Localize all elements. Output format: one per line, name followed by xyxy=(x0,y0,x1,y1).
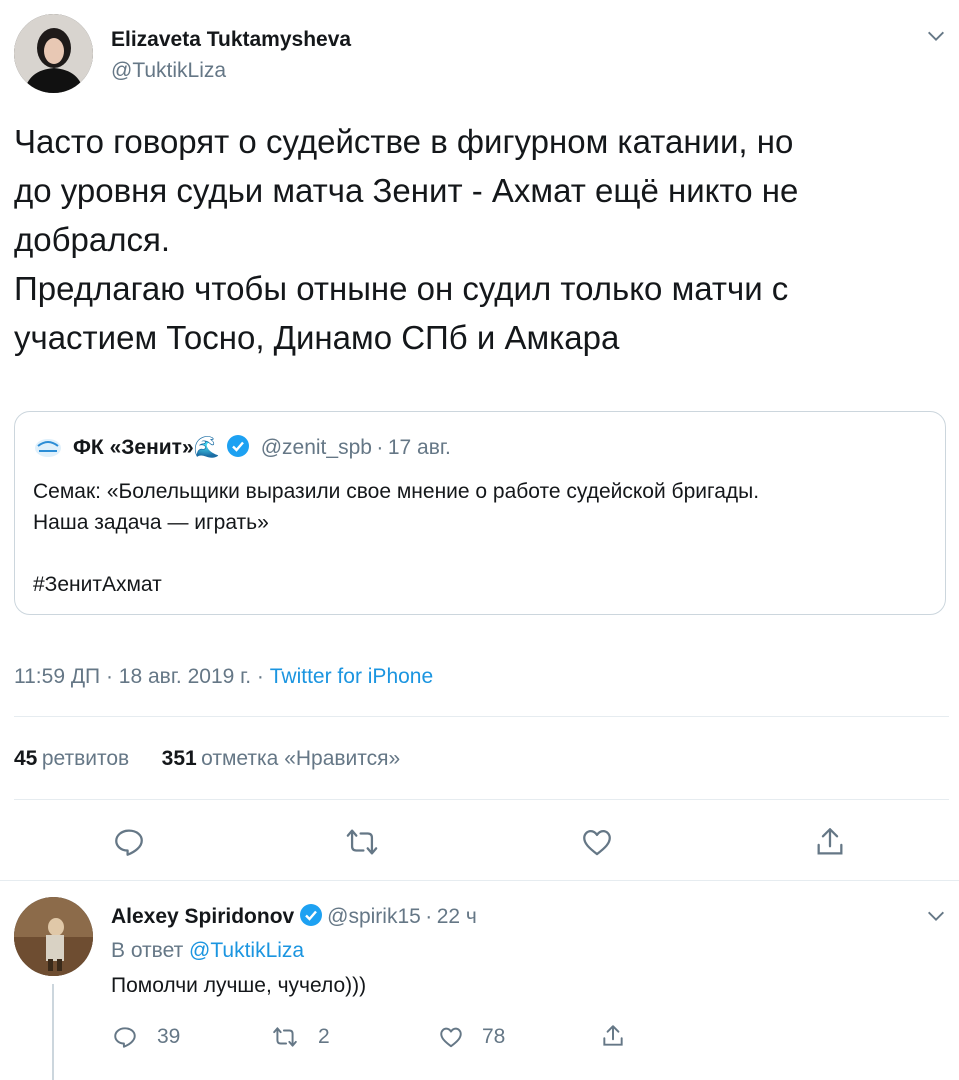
quote-date[interactable]: 17 авг. xyxy=(388,436,451,459)
reply-text: Помолчи лучше, чучело))) xyxy=(111,974,367,997)
tweet-text-line: Предлагаю чтобы отныне он судил только м… xyxy=(14,270,789,307)
reply-icon[interactable] xyxy=(112,1024,138,1050)
reply-context: В ответ @TuktikLiza xyxy=(111,939,304,963)
likes-count: 351 xyxy=(161,747,197,770)
quote-text-line: Наша задача — играть» xyxy=(33,511,269,534)
retweet-icon[interactable] xyxy=(345,825,379,859)
author-handle[interactable]: @TuktikLiza xyxy=(111,59,226,83)
retweet-icon[interactable] xyxy=(272,1024,298,1050)
author-avatar[interactable] xyxy=(14,14,93,93)
reply-author-name[interactable]: Alexey Spiridonov xyxy=(111,905,294,928)
quote-separator: · xyxy=(376,436,384,459)
zenit-logo-icon xyxy=(35,439,61,457)
tweet-text: Часто говорят о судействе в фигурном кат… xyxy=(14,117,798,362)
likes-stat[interactable]: 351 отметка «Нравится» xyxy=(162,747,401,770)
in-reply-handle[interactable]: @TuktikLiza xyxy=(189,939,304,962)
section-divider xyxy=(0,880,959,881)
quote-hashtag[interactable]: #ЗенитАхмат xyxy=(33,569,162,600)
retweets-label: ретвитов xyxy=(41,747,130,770)
reply-author-avatar[interactable] xyxy=(14,897,93,976)
quote-author-handle[interactable]: @zenit_spb xyxy=(261,436,372,459)
like-icon[interactable] xyxy=(438,1024,464,1050)
tweet-text-line: участием Тосно, Динамо СПб и Амкара xyxy=(14,319,620,356)
likes-label: отметка «Нравится» xyxy=(201,747,401,770)
quote-author-name[interactable]: ФК «Зенит» xyxy=(73,436,194,459)
quote-text: Семак: «Болельщики выразили свое мнение … xyxy=(33,476,759,538)
tweet-text-line: до уровня судьи матча Зенит - Ахмат ещё … xyxy=(14,172,799,209)
reply-likes-count: 78 xyxy=(482,1025,506,1048)
tweet-text-line: добрался. xyxy=(14,221,171,258)
reply-replies-count: 39 xyxy=(157,1025,181,1048)
reply-avatar-image xyxy=(14,897,93,976)
reply-separator: · xyxy=(425,905,433,928)
quote-text-line: Семак: «Болельщики выразили свое мнение … xyxy=(33,480,760,503)
like-icon[interactable] xyxy=(580,825,614,859)
quote-header: ФК «Зенит»🌊 @zenit_spb · 17 авг. xyxy=(73,434,451,460)
chevron-down-icon[interactable] xyxy=(925,25,947,47)
thread-line xyxy=(52,984,54,1080)
quoted-tweet[interactable]: ФК «Зенит»🌊 @zenit_spb · 17 авг. Семак: … xyxy=(14,411,946,615)
wave-emoji: 🌊 xyxy=(193,436,220,459)
reply-time[interactable]: 22 ч xyxy=(437,905,477,928)
avatar-image xyxy=(14,14,93,93)
retweets-stat[interactable]: 45 ретвитов xyxy=(14,747,134,770)
verified-icon xyxy=(299,904,322,926)
share-icon[interactable] xyxy=(813,825,847,859)
tweet-stats: 45 ретвитов 351 отметка «Нравится» xyxy=(14,747,400,771)
tweet-source-link[interactable]: Twitter for iPhone xyxy=(270,665,433,688)
verified-icon xyxy=(227,435,250,457)
retweets-count: 45 xyxy=(14,747,38,770)
in-reply-prefix: В ответ xyxy=(111,939,184,962)
divider xyxy=(14,799,949,800)
reply-author-handle[interactable]: @spirik15 xyxy=(327,905,421,928)
reply-retweets-count: 2 xyxy=(318,1025,330,1048)
tweet-timestamp[interactable]: 11:59 ДП · 18 авг. 2019 г. · xyxy=(14,665,270,688)
reply-icon[interactable] xyxy=(112,825,146,859)
chevron-down-icon[interactable] xyxy=(925,905,947,927)
author-name[interactable]: Elizaveta Tuktamysheva xyxy=(111,28,351,52)
reply-header: Alexey Spiridonov @spirik15 · 22 ч xyxy=(111,903,477,929)
tweet-text-line: Часто говорят о судействе в фигурном кат… xyxy=(14,123,794,160)
divider xyxy=(14,716,949,717)
tweet-meta: 11:59 ДП · 18 авг. 2019 г. · Twitter for… xyxy=(14,665,433,689)
share-icon[interactable] xyxy=(600,1023,626,1049)
